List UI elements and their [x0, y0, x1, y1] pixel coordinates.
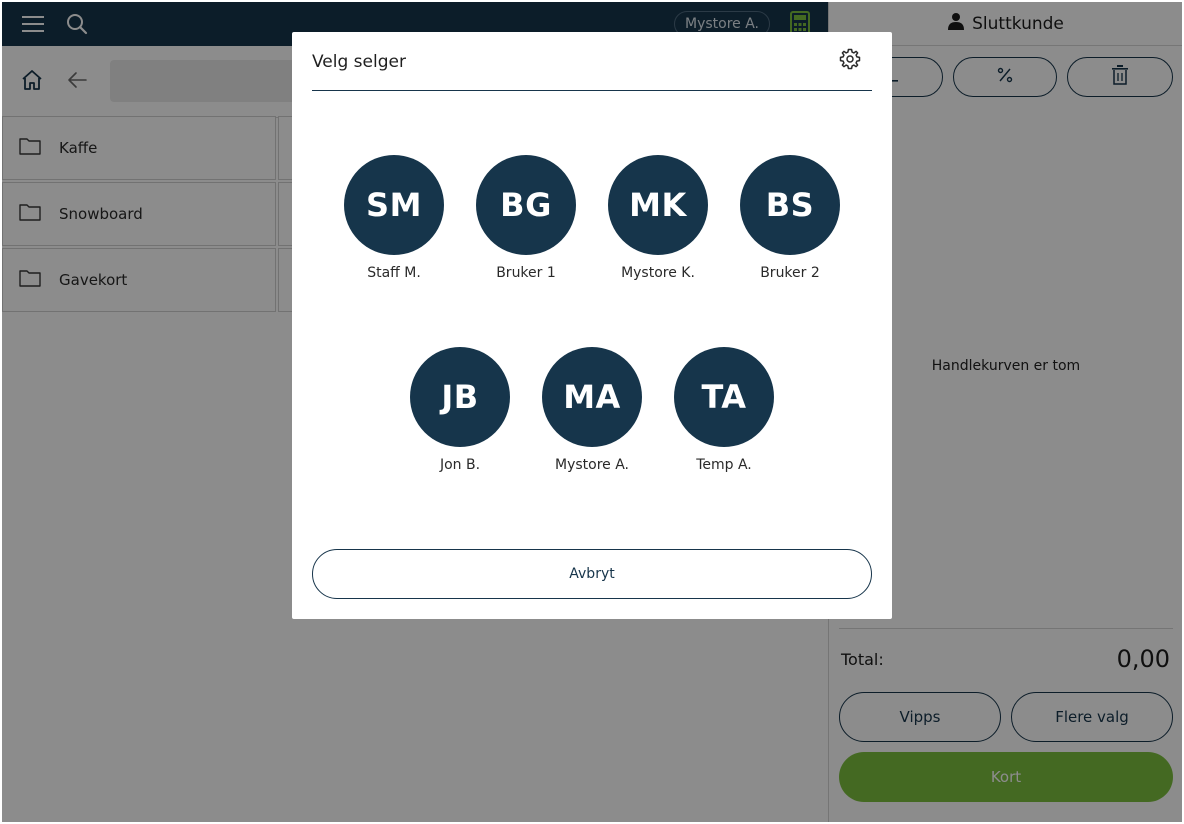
avatar: SM	[344, 155, 444, 255]
avatar: MK	[608, 155, 708, 255]
seller-option[interactable]: MA Mystore A.	[532, 347, 652, 473]
select-seller-dialog: Velg selger SM Staff M. BG Bruker 1 MK M…	[292, 32, 892, 619]
avatar: JB	[410, 347, 510, 447]
gear-icon[interactable]	[838, 47, 862, 75]
seller-option[interactable]: SM Staff M.	[334, 155, 454, 281]
divider	[312, 90, 872, 91]
seller-option[interactable]: JB Jon B.	[400, 347, 520, 473]
pos-app: Mystore A. Kaffe Snowboard Gavekort Slut…	[2, 2, 1182, 822]
seller-name: Temp A.	[696, 457, 752, 473]
avatar: BG	[476, 155, 576, 255]
seller-name: Mystore K.	[621, 265, 695, 281]
seller-name: Bruker 1	[496, 265, 556, 281]
seller-option[interactable]: BS Bruker 2	[730, 155, 850, 281]
cancel-button[interactable]: Avbryt	[312, 549, 872, 599]
seller-name: Bruker 2	[760, 265, 820, 281]
dialog-title: Velg selger	[312, 52, 406, 72]
seller-option[interactable]: TA Temp A.	[664, 347, 784, 473]
seller-name: Staff M.	[367, 265, 421, 281]
avatar: TA	[674, 347, 774, 447]
avatar: MA	[542, 347, 642, 447]
seller-option[interactable]: MK Mystore K.	[598, 155, 718, 281]
avatar: BS	[740, 155, 840, 255]
seller-name: Jon B.	[439, 457, 481, 473]
seller-name: Mystore A.	[554, 457, 629, 473]
seller-option[interactable]: BG Bruker 1	[466, 155, 586, 281]
